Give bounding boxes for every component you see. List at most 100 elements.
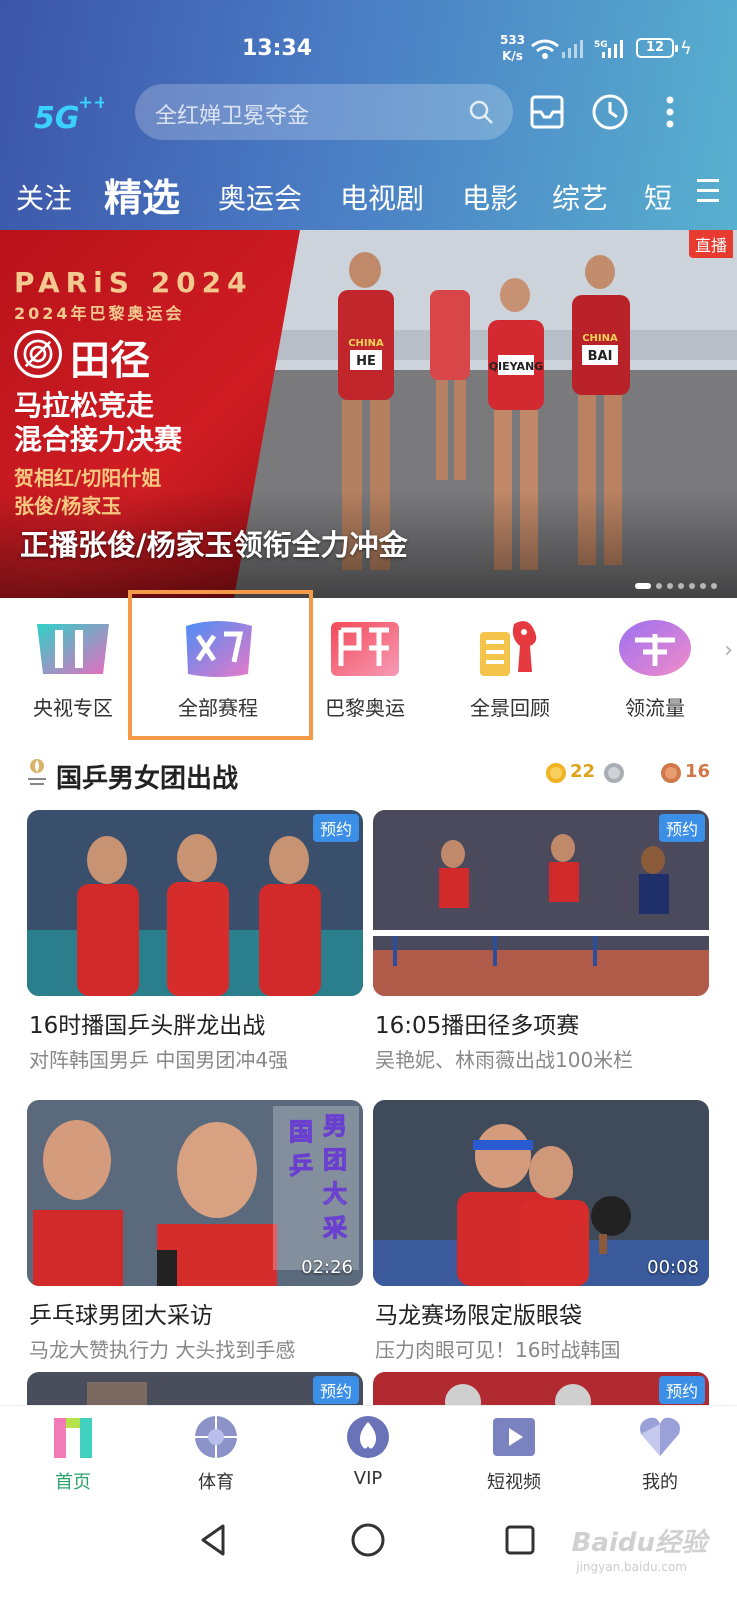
sports-ball-icon: [195, 1416, 237, 1458]
tab-featured[interactable]: 精选: [104, 167, 180, 220]
nav-vip[interactable]: VIP: [313, 1414, 423, 1494]
baidu-watermark: Baidu经验: [571, 1528, 707, 1558]
reservation-badge: 预约: [312, 1376, 359, 1404]
quick-entry-label: 领流量: [625, 696, 685, 720]
video-card[interactable]: 00:08 马龙赛场限定版眼袋 压力肉眼可见！16时战韩国: [373, 1100, 709, 1370]
nav-label: VIP: [353, 1468, 383, 1489]
bib-name-qieyang: QIEYANG: [489, 360, 544, 373]
nav-label: 体育: [198, 1472, 234, 1493]
carousel-dot: [635, 583, 651, 589]
video-card[interactable]: 预约: [373, 1372, 709, 1406]
card-title: 乒乓球男团大采访: [29, 1303, 213, 1329]
tab-variety[interactable]: 综艺: [552, 177, 608, 217]
home-icon: [54, 1418, 92, 1458]
reservation-badge: 预约: [658, 814, 705, 842]
data-bonus-icon: [619, 620, 691, 676]
carousel-dot: [711, 583, 717, 589]
baidu-watermark-url: jingyan.baidu.com: [576, 1560, 687, 1574]
carousel-dot: [678, 583, 684, 589]
5g-logo-icon: 5G ++: [34, 92, 104, 134]
video-thumbnail[interactable]: 预约: [373, 810, 709, 996]
network-speed: 533 K/s: [500, 32, 525, 64]
card-subtitle: 对阵韩国男乒 中国男团冲4强: [29, 1048, 289, 1072]
quick-entry-label: 央视专区: [33, 696, 113, 720]
quick-entry-cctv[interactable]: 央视专区: [0, 616, 146, 726]
video-card[interactable]: 预约 16时播国乒头胖龙出战 对阵韩国男乒 中国男团冲4强: [27, 810, 363, 1080]
carousel-dot: [667, 583, 673, 589]
video-thumbnail[interactable]: 00:08: [373, 1100, 709, 1286]
live-badge: 直播: [688, 230, 733, 258]
tab-follow[interactable]: 关注: [16, 177, 72, 217]
history-icon[interactable]: [588, 90, 632, 134]
svg-text:采: 采: [323, 1214, 347, 1242]
bottom-navigation: 首页 体育 VIP 短视频 我的: [0, 1405, 737, 1500]
highlight-box: [128, 590, 313, 740]
video-thumbnail[interactable]: 预约: [373, 1372, 709, 1406]
nav-sports[interactable]: 体育: [161, 1414, 271, 1494]
video-thumbnail[interactable]: 国 乒 男 团 大 采 02:26: [27, 1100, 363, 1286]
channel-tabs: 关注 精选 奥运会 电视剧 电影 综艺 短: [0, 165, 737, 220]
more-icon[interactable]: [660, 90, 680, 134]
carousel-dots: [630, 574, 717, 589]
section-title: 国乒男女团出战: [56, 764, 239, 794]
video-card[interactable]: 预约 16:05播田径多项赛 吴艳妮、林雨薇出战100米栏: [373, 810, 709, 1080]
video-thumbnail[interactable]: 预约: [27, 1372, 363, 1406]
section-header: 国乒男女团出战 22 16: [0, 750, 737, 800]
search-placeholder: 全红婵卫冕夺金: [155, 104, 310, 129]
recents-icon[interactable]: [500, 1520, 540, 1560]
card-subtitle: 马龙大赞执行力 大头找到手感: [29, 1338, 296, 1362]
reservation-badge: 预约: [658, 1376, 705, 1404]
quick-entries: 央视专区 全部赛程 巴黎奥运 全景回顾 领流量 ›: [0, 590, 737, 740]
home-circle-icon[interactable]: [348, 1520, 388, 1560]
search-bar[interactable]: 全红婵卫冕夺金: [135, 84, 513, 140]
video-duration: 02:26: [301, 1257, 353, 1278]
channel-menu-icon[interactable]: [697, 175, 719, 207]
bib-name-he: HE: [356, 354, 376, 369]
carousel-dot: [656, 583, 662, 589]
tab-tv-series[interactable]: 电视剧: [340, 177, 424, 217]
tab-short[interactable]: 短: [644, 177, 672, 217]
card-subtitle: 压力肉眼可见！16时战韩国: [375, 1338, 621, 1362]
card-title: 马龙赛场限定版眼袋: [375, 1303, 582, 1329]
svg-text:5G: 5G: [34, 101, 80, 134]
speed-value: 533: [500, 33, 526, 47]
tab-movies[interactable]: 电影: [462, 177, 518, 217]
nav-label: 我的: [642, 1472, 678, 1493]
banner-caption: 正播张俊/杨家玉领衔全力冲金: [20, 528, 408, 562]
video-card[interactable]: 国 乒 男 团 大 采 02:26 乒乓球男团大采访 马龙大赞执行力 大头找到手…: [27, 1100, 363, 1370]
vip-flame-icon: [347, 1416, 389, 1458]
video-card[interactable]: 预约: [27, 1372, 363, 1406]
panorama-review-icon: [480, 621, 537, 676]
video-thumbnail[interactable]: 预约: [27, 810, 363, 996]
carousel-dot: [700, 583, 706, 589]
svg-text:男: 男: [323, 1112, 347, 1140]
tab-olympics[interactable]: 奥运会: [218, 177, 302, 217]
heart-profile-icon: [640, 1417, 680, 1456]
cctv-zone-icon: [37, 624, 109, 674]
nav-mine[interactable]: 我的: [605, 1414, 715, 1494]
battery-indicator: 12: [636, 38, 678, 58]
hero-banner[interactable]: PARiS 2024 2024年巴黎奥运会 田径 马拉松竞走 混合接力决赛 贺相…: [0, 230, 737, 598]
gold-medal-icon: [546, 763, 566, 783]
quick-entry-review[interactable]: 全景回顾: [437, 616, 583, 726]
quick-entry-paris[interactable]: 巴黎奥运: [292, 616, 438, 726]
bib-team-1: CHINA: [348, 338, 384, 349]
card-subtitle: 吴艳妮、林雨薇出战100米栏: [375, 1048, 634, 1072]
nav-home[interactable]: 首页: [18, 1414, 128, 1494]
silver-medal-icon: [604, 763, 624, 783]
bronze-medal-icon: [661, 763, 681, 783]
back-icon[interactable]: [195, 1520, 235, 1560]
quick-entry-label: 全景回顾: [470, 696, 550, 720]
video-duration: 00:08: [647, 1257, 699, 1278]
search-icon[interactable]: [467, 98, 495, 126]
chevron-right-icon[interactable]: ›: [724, 638, 733, 663]
bronze-count: 16: [685, 761, 711, 782]
nav-label: 短视频: [487, 1472, 541, 1493]
svg-text:团: 团: [323, 1146, 347, 1174]
quick-entry-data[interactable]: 领流量: [582, 616, 728, 726]
5g-signal-icon: 5G: [594, 40, 623, 58]
gold-count: 22: [570, 761, 596, 782]
svg-text:国: 国: [289, 1118, 313, 1146]
nav-short-video[interactable]: 短视频: [459, 1414, 569, 1494]
inbox-icon[interactable]: [525, 90, 569, 134]
